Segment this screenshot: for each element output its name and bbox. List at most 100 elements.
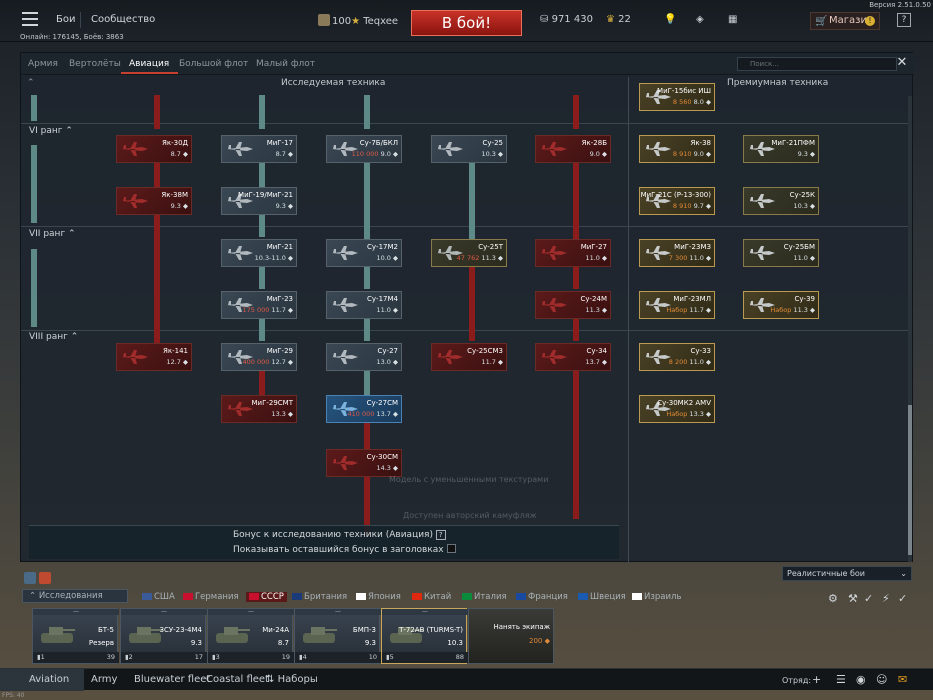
premium-vehicle-card[interactable]: МиГ-23МЗ 7 300 11.0 ◆ bbox=[639, 239, 715, 267]
rank-label-vi[interactable]: VI ранг ⌃ bbox=[29, 126, 73, 136]
vehicle-card[interactable]: Су-24М 11.3 ◆ bbox=[535, 291, 611, 319]
battles-link[interactable]: Бои bbox=[56, 14, 75, 25]
hire-crew-slot[interactable]: Нанять экипаж 200 ◆ bbox=[468, 608, 554, 664]
tab-bluewater-fleet[interactable]: Большой флот bbox=[179, 59, 248, 69]
divider bbox=[80, 12, 81, 28]
game-mode-select[interactable]: Реалистичные бои ⌄ bbox=[782, 566, 912, 581]
vehicle-card[interactable]: МиГ-21 10.3-11.0 ◆ bbox=[221, 239, 297, 267]
gold-icon: ♛ bbox=[606, 14, 615, 25]
bundles-button[interactable]: ⇅ Наборы bbox=[266, 674, 318, 685]
vehicle-card[interactable]: Як-30Д 8.7 ◆ bbox=[116, 135, 192, 163]
vehicle-card[interactable]: Су-25 10.3 ◆ bbox=[431, 135, 507, 163]
help-icon[interactable]: ? bbox=[435, 530, 446, 540]
country-tab[interactable]: Китай bbox=[412, 592, 451, 602]
premium-vehicle-card[interactable]: Як-38 8 910 9.0 ◆ bbox=[639, 135, 715, 163]
crew-slot[interactable]: — Ми-24А 8.7 ▮3 19 bbox=[207, 608, 294, 664]
scrollbar-thumb[interactable] bbox=[908, 405, 912, 555]
collapse-icon[interactable]: ⌃ bbox=[27, 78, 35, 88]
check-icon[interactable]: ✓ bbox=[864, 592, 873, 605]
tab-army-bottom[interactable]: Army bbox=[91, 674, 117, 685]
tab-army[interactable]: Армия bbox=[28, 59, 58, 69]
vehicle-card[interactable]: МиГ-19/МиГ-21 9.3 ◆ bbox=[221, 187, 297, 215]
vehicle-card[interactable]: МиГ-17 8.7 ◆ bbox=[221, 135, 297, 163]
gear-icon[interactable]: ⚙ bbox=[828, 592, 838, 605]
vehicle-card[interactable]: МиГ-29 400 000 12.7 ◆ bbox=[221, 343, 297, 371]
premium-vehicle-card[interactable]: МиГ-23МЛ Набор 11.7 ◆ bbox=[639, 291, 715, 319]
country-tab[interactable]: США bbox=[142, 592, 175, 602]
premium-vehicle-card[interactable]: Су-25К 10.3 ◆ bbox=[743, 187, 819, 215]
friends-icon[interactable]: ☺ bbox=[876, 673, 887, 686]
vehicle-card[interactable]: Су-27СМ 410 000 13.7 ◆ bbox=[326, 395, 402, 423]
slot-crew-level: 39 bbox=[106, 653, 115, 661]
tab-aviation[interactable]: Авиация bbox=[129, 59, 169, 69]
premium-vehicle-card[interactable]: МиГ-21С (Р-13-300) 8 910 9.7 ◆ bbox=[639, 187, 715, 215]
premium-vehicle-card[interactable]: Су-33 8 200 11.0 ◆ bbox=[639, 343, 715, 371]
chat-icon[interactable]: ◉ bbox=[856, 673, 866, 686]
silver-balance: ⛁ 971 430 bbox=[540, 14, 593, 25]
crew-slot[interactable]: — ЗСУ-23-4М4 9.3 ▮2 17 bbox=[120, 608, 207, 664]
community-link[interactable]: Сообщество bbox=[91, 14, 155, 25]
menu-icon[interactable] bbox=[22, 12, 38, 26]
coupon-icon[interactable]: ▦ bbox=[728, 14, 737, 25]
vehicle-card[interactable]: Су-27 13.0 ◆ bbox=[326, 343, 402, 371]
tooltip-ghost: Модель с уменьшенными текстурами bbox=[389, 475, 549, 484]
research-button[interactable]: ⌃ Исследования bbox=[22, 589, 128, 603]
country-tab[interactable]: Италия bbox=[462, 592, 507, 602]
bonus-toggle[interactable]: Показывать оставшийся бонус в заголовках bbox=[233, 544, 456, 555]
mail-icon[interactable]: ✉ bbox=[898, 673, 907, 686]
premium-vehicle-card[interactable]: МиГ-21ПФМ 9.3 ◆ bbox=[743, 135, 819, 163]
checkbox[interactable] bbox=[446, 544, 456, 553]
vehicle-card[interactable]: Су-34 13.7 ◆ bbox=[535, 343, 611, 371]
vehicle-card[interactable]: Су-7Б/БКЛ 110 000 9.0 ◆ bbox=[326, 135, 402, 163]
slot-footer: ▮4 10 bbox=[295, 652, 381, 663]
vehicle-name: МиГ-21С (Р-13-300) bbox=[640, 191, 711, 199]
premium-vehicle-card[interactable]: Су-30МК2 AMV Набор 13.3 ◆ bbox=[639, 395, 715, 423]
crew-slot[interactable]: — БТ-5 Резерв ▮1 39 bbox=[32, 608, 119, 664]
crew-slot[interactable]: — БМП-3 9.3 ▮4 10 bbox=[294, 608, 381, 664]
list-icon[interactable]: ☰ bbox=[836, 673, 846, 686]
country-tab[interactable]: Германия bbox=[183, 592, 239, 602]
repair-all-icon[interactable]: ⚡ bbox=[882, 592, 890, 605]
vehicle-card[interactable]: МиГ-23 175 000 11.7 ◆ bbox=[221, 291, 297, 319]
vehicle-card[interactable]: Су-25СМ3 11.7 ◆ bbox=[431, 343, 507, 371]
search-input[interactable]: Поиск... bbox=[737, 57, 897, 71]
premium-vehicle-card[interactable]: Су-25БМ 11.0 ◆ bbox=[743, 239, 819, 267]
vehicle-card[interactable]: Су-17М4 11.0 ◆ bbox=[326, 291, 402, 319]
premium-vehicle-card[interactable]: Су-39 Набор 11.3 ◆ bbox=[743, 291, 819, 319]
shop-button[interactable]: 🛒 Магазин ! bbox=[810, 12, 880, 30]
tab-aviation-bottom[interactable]: Aviation bbox=[0, 669, 84, 691]
slot-number: ▮3 bbox=[212, 653, 220, 661]
tab-helicopters[interactable]: Вертолёты bbox=[69, 59, 121, 69]
vehicle-card[interactable]: МиГ-29СМТ 13.3 ◆ bbox=[221, 395, 297, 423]
profile[interactable]: 100★ Teqxee bbox=[318, 14, 398, 27]
vehicle-card[interactable]: Су-25Т 47 762 11.3 ◆ bbox=[431, 239, 507, 267]
vehicle-card[interactable]: Як-28Б 9.0 ◆ bbox=[535, 135, 611, 163]
close-icon[interactable]: ✕ bbox=[895, 56, 909, 70]
achievements-icon[interactable]: ◈ bbox=[696, 14, 704, 25]
vehicle-card[interactable]: МиГ-27 11.0 ◆ bbox=[535, 239, 611, 267]
price: Набор bbox=[666, 410, 688, 418]
country-tab[interactable]: Швеция bbox=[578, 592, 626, 602]
country-tab[interactable]: Британия bbox=[292, 592, 347, 602]
country-tab[interactable]: СССР bbox=[246, 592, 287, 602]
tab-coastal-fleet[interactable]: Малый флот bbox=[256, 59, 315, 69]
lightbulb-icon[interactable]: 💡 bbox=[664, 14, 676, 25]
check-all-icon[interactable]: ✓ bbox=[898, 592, 907, 605]
wrench-icon[interactable]: ⚒ bbox=[848, 592, 858, 605]
help-button[interactable]: ? bbox=[897, 13, 911, 27]
crew-slot[interactable]: — Т-72АВ (TURMS-T) 10.3 ▮5 88 bbox=[381, 608, 468, 664]
tab-bluewater-bottom[interactable]: Bluewater fleet bbox=[134, 674, 210, 685]
country-tab[interactable]: Израиль bbox=[632, 592, 681, 602]
add-squad-icon[interactable]: + bbox=[812, 673, 821, 686]
vehicle-card[interactable]: Як-141 12.7 ◆ bbox=[116, 343, 192, 371]
rank-label-viii[interactable]: VIII ранг ⌃ bbox=[29, 332, 78, 342]
country-tab[interactable]: Япония bbox=[356, 592, 401, 602]
premium-vehicle-card[interactable]: МиГ-15бис ИШ 8 560 8.0 ◆ bbox=[639, 83, 715, 111]
vehicle-card[interactable]: Су-17М2 10.0 ◆ bbox=[326, 239, 402, 267]
vehicle-card[interactable]: Як-38М 9.3 ◆ bbox=[116, 187, 192, 215]
battle-button[interactable]: В бой! bbox=[411, 10, 522, 36]
vehicle-card[interactable]: Су-30СМ 14.3 ◆ bbox=[326, 449, 402, 477]
country-tab[interactable]: Франция bbox=[516, 592, 568, 602]
rank-label-vii[interactable]: VII ранг ⌃ bbox=[29, 229, 76, 239]
tab-coastal-bottom[interactable]: Coastal fleet bbox=[206, 674, 269, 685]
